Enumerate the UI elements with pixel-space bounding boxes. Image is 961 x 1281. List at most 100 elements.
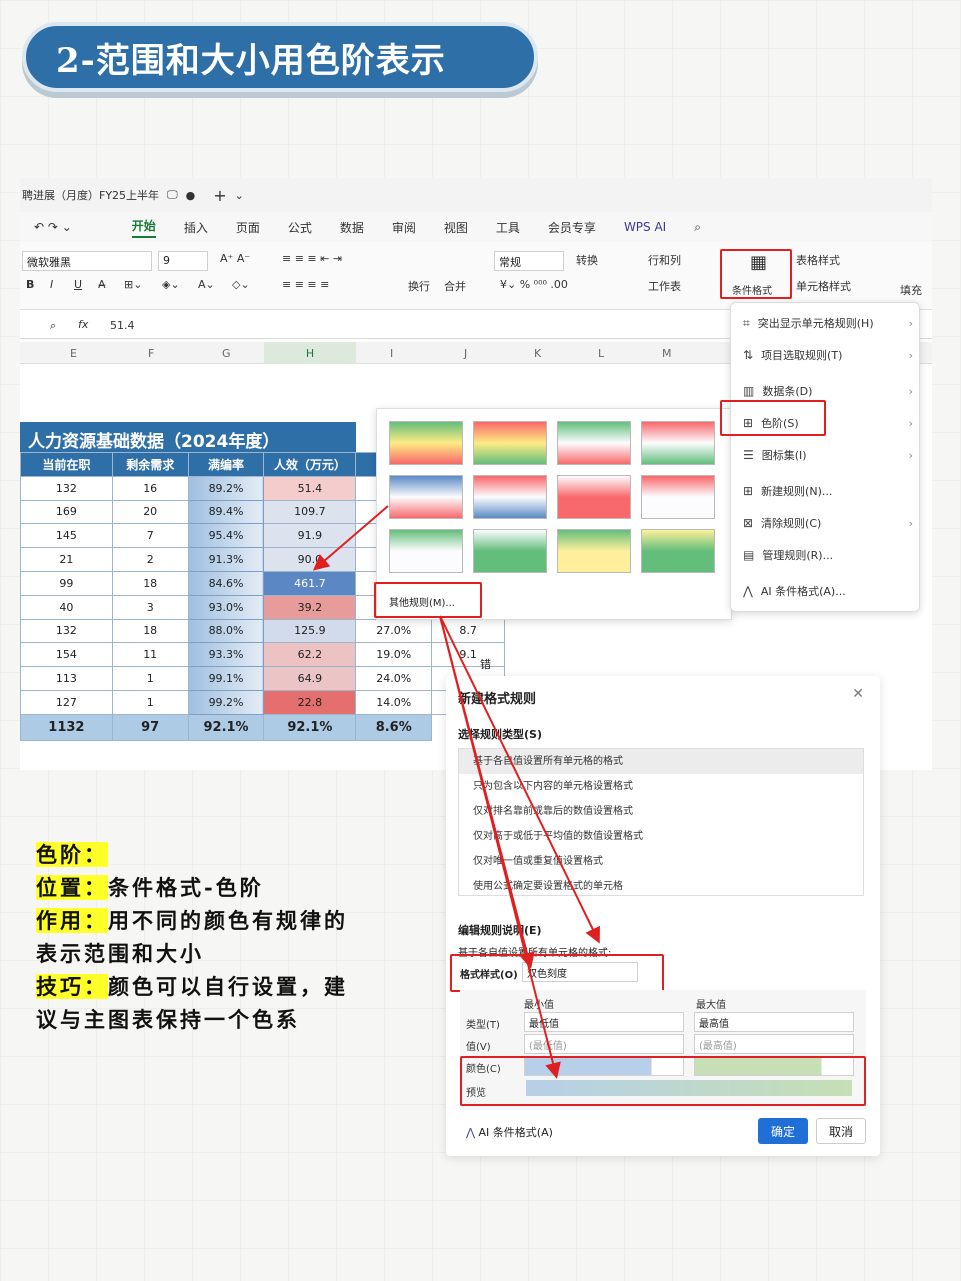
table-cell[interactable]: 93.0% xyxy=(187,594,265,620)
rule-type-item[interactable]: 基于各自值设置所有单元格的格式 xyxy=(459,749,863,774)
table-cell[interactable]: 95.4% xyxy=(187,523,265,549)
table-cell[interactable]: 113 xyxy=(20,666,113,691)
close-icon[interactable]: ✕ xyxy=(852,686,864,702)
menu-home[interactable]: 开始 xyxy=(131,217,156,238)
max-type-select[interactable]: 最高值 xyxy=(694,1012,854,1032)
color-scale-swatch[interactable] xyxy=(389,529,463,573)
menu-data[interactable]: 数据 xyxy=(340,219,364,236)
cf-menu-item[interactable]: ⊞ 新建规则(N)... xyxy=(743,483,913,499)
worksheet-button[interactable]: 工作表 xyxy=(648,278,681,294)
table-cell[interactable]: 99 xyxy=(20,570,113,596)
table-cell[interactable]: 8.7 xyxy=(431,618,505,644)
rule-type-item[interactable]: 只为包含以下内容的单元格设置格式 xyxy=(459,774,863,799)
table-cell[interactable]: 127 xyxy=(20,689,113,715)
table-cell[interactable]: 7 xyxy=(111,523,189,549)
menu-insert[interactable]: 插入 xyxy=(184,219,208,236)
color-scale-swatch[interactable] xyxy=(473,475,547,519)
font-size-select[interactable]: 9 xyxy=(158,251,208,271)
cf-menu-item[interactable]: ⇅ 项目选取规则(T) › xyxy=(743,347,913,363)
table-cell[interactable]: 18 xyxy=(111,570,189,596)
menu-member[interactable]: 会员专享 xyxy=(548,219,596,236)
table-cell[interactable]: 93.3% xyxy=(187,642,265,668)
table-cell[interactable]: 154 xyxy=(20,642,113,668)
color-scale-swatch[interactable] xyxy=(557,421,631,465)
table-cell[interactable]: 89.2% xyxy=(187,475,265,501)
table-cell[interactable]: 99.2% xyxy=(187,689,265,715)
table-cell[interactable]: 1 xyxy=(111,689,189,715)
table-cell[interactable]: 91.3% xyxy=(187,547,265,572)
total-cell[interactable]: 92.1% xyxy=(187,713,265,741)
col-j[interactable]: J xyxy=(464,347,467,360)
table-cell[interactable]: 62.2 xyxy=(263,642,357,668)
menu-review[interactable]: 审阅 xyxy=(392,219,416,236)
color-scale-swatch[interactable] xyxy=(473,421,547,465)
bold-icon[interactable]: B xyxy=(26,278,34,291)
font-grow-icon[interactable]: A⁺ A⁻ xyxy=(220,252,250,265)
menu-wps-ai[interactable]: WPS AI xyxy=(624,220,666,234)
color-scale-swatch[interactable] xyxy=(389,475,463,519)
document-tab[interactable]: 聘进展（月度）FY25上半年 xyxy=(22,187,159,203)
table-cell[interactable]: 9.1 xyxy=(431,642,505,668)
border-icon[interactable]: ⊞⌄ xyxy=(124,278,142,291)
font-select[interactable]: 微软雅黑 xyxy=(22,251,152,271)
table-cell[interactable]: 3 xyxy=(111,594,189,620)
col-g[interactable]: G xyxy=(222,347,231,360)
fill-button[interactable]: 填充 xyxy=(900,282,922,298)
new-tab-button[interactable]: + xyxy=(213,186,226,205)
menu-page[interactable]: 页面 xyxy=(236,219,260,236)
fill-color-icon[interactable]: ◈⌄ xyxy=(162,278,180,291)
table-cell[interactable]: 2 xyxy=(111,547,189,572)
merge-button[interactable]: 合并 xyxy=(444,278,466,294)
strike-icon[interactable]: A̶ xyxy=(98,278,106,291)
color-scale-swatch[interactable] xyxy=(641,529,715,573)
table-cell[interactable]: 132 xyxy=(20,475,113,501)
table-cell[interactable]: 18 xyxy=(111,618,189,644)
table-cell[interactable]: 11 xyxy=(111,642,189,668)
table-cell[interactable]: 125.9 xyxy=(263,618,357,644)
font-color-icon[interactable]: A⌄ xyxy=(198,278,215,291)
col-l[interactable]: L xyxy=(598,347,604,360)
clear-icon[interactable]: ◇⌄ xyxy=(232,278,250,291)
table-cell[interactable]: 461.7 xyxy=(263,570,357,596)
cf-menu-item[interactable]: ☰ 图标集(I) › xyxy=(743,447,913,463)
total-cell[interactable]: 97 xyxy=(111,713,189,741)
header-fill-rate[interactable]: 满编率 xyxy=(187,452,265,477)
color-scale-swatch[interactable] xyxy=(557,475,631,519)
rule-type-item[interactable]: 仅对排名靠前或靠后的数值设置格式 xyxy=(459,799,863,824)
header-remaining[interactable]: 剩余需求 xyxy=(111,452,189,477)
cf-menu-item[interactable]: ⋀ AI 条件格式(A)... xyxy=(743,583,913,599)
max-value-input[interactable]: (最高值) xyxy=(694,1034,854,1054)
cf-menu-item[interactable]: ⊠ 清除规则(C) › xyxy=(743,515,913,531)
table-cell[interactable]: 132 xyxy=(20,618,113,644)
table-cell[interactable]: 16 xyxy=(111,475,189,501)
number-format-select[interactable]: 常规 xyxy=(494,251,564,271)
table-cell[interactable]: 90.0 xyxy=(263,547,357,572)
menu-view[interactable]: 视图 xyxy=(444,219,468,236)
color-scale-swatch[interactable] xyxy=(389,421,463,465)
color-scale-swatch[interactable] xyxy=(641,421,715,465)
formula-input[interactable]: 51.4 xyxy=(110,319,135,332)
min-value-input[interactable]: (最低值) xyxy=(524,1034,684,1054)
menu-formula[interactable]: 公式 xyxy=(288,219,312,236)
table-cell[interactable]: 51.4 xyxy=(263,475,357,501)
ai-cond-format-button[interactable]: ⋀ AI 条件格式(A) xyxy=(466,1124,553,1140)
align-top-icon[interactable]: ≡ ≡ ≡ ⇤ ⇥ xyxy=(282,252,342,265)
table-cell[interactable]: 88.0% xyxy=(187,618,265,644)
color-scale-swatch[interactable] xyxy=(557,529,631,573)
total-cell[interactable]: 8.6% xyxy=(355,713,433,741)
table-cell[interactable]: 20 xyxy=(111,499,189,525)
rule-type-item[interactable]: 仅对高于或低于平均值的数值设置格式 xyxy=(459,824,863,849)
table-cell[interactable]: 109.7 xyxy=(263,499,357,525)
table-cell[interactable]: 19.0% xyxy=(355,642,433,668)
table-cell[interactable]: 24.0% xyxy=(355,666,433,691)
table-cell[interactable]: 89.4% xyxy=(187,499,265,525)
min-type-select[interactable]: 最低值 xyxy=(524,1012,684,1032)
table-cell[interactable]: 169 xyxy=(20,499,113,525)
cell-style-button[interactable]: 单元格样式 xyxy=(796,278,851,294)
underline-icon[interactable]: U xyxy=(74,278,82,291)
header-efficiency[interactable]: 人效（万元） xyxy=(263,452,357,477)
cf-menu-item[interactable]: ▥ 数据条(D) › xyxy=(743,383,913,399)
zoom-icon[interactable]: ⌕ xyxy=(50,319,56,333)
search-icon[interactable]: ⌕ xyxy=(694,220,701,235)
table-cell[interactable]: 39.2 xyxy=(263,594,357,620)
